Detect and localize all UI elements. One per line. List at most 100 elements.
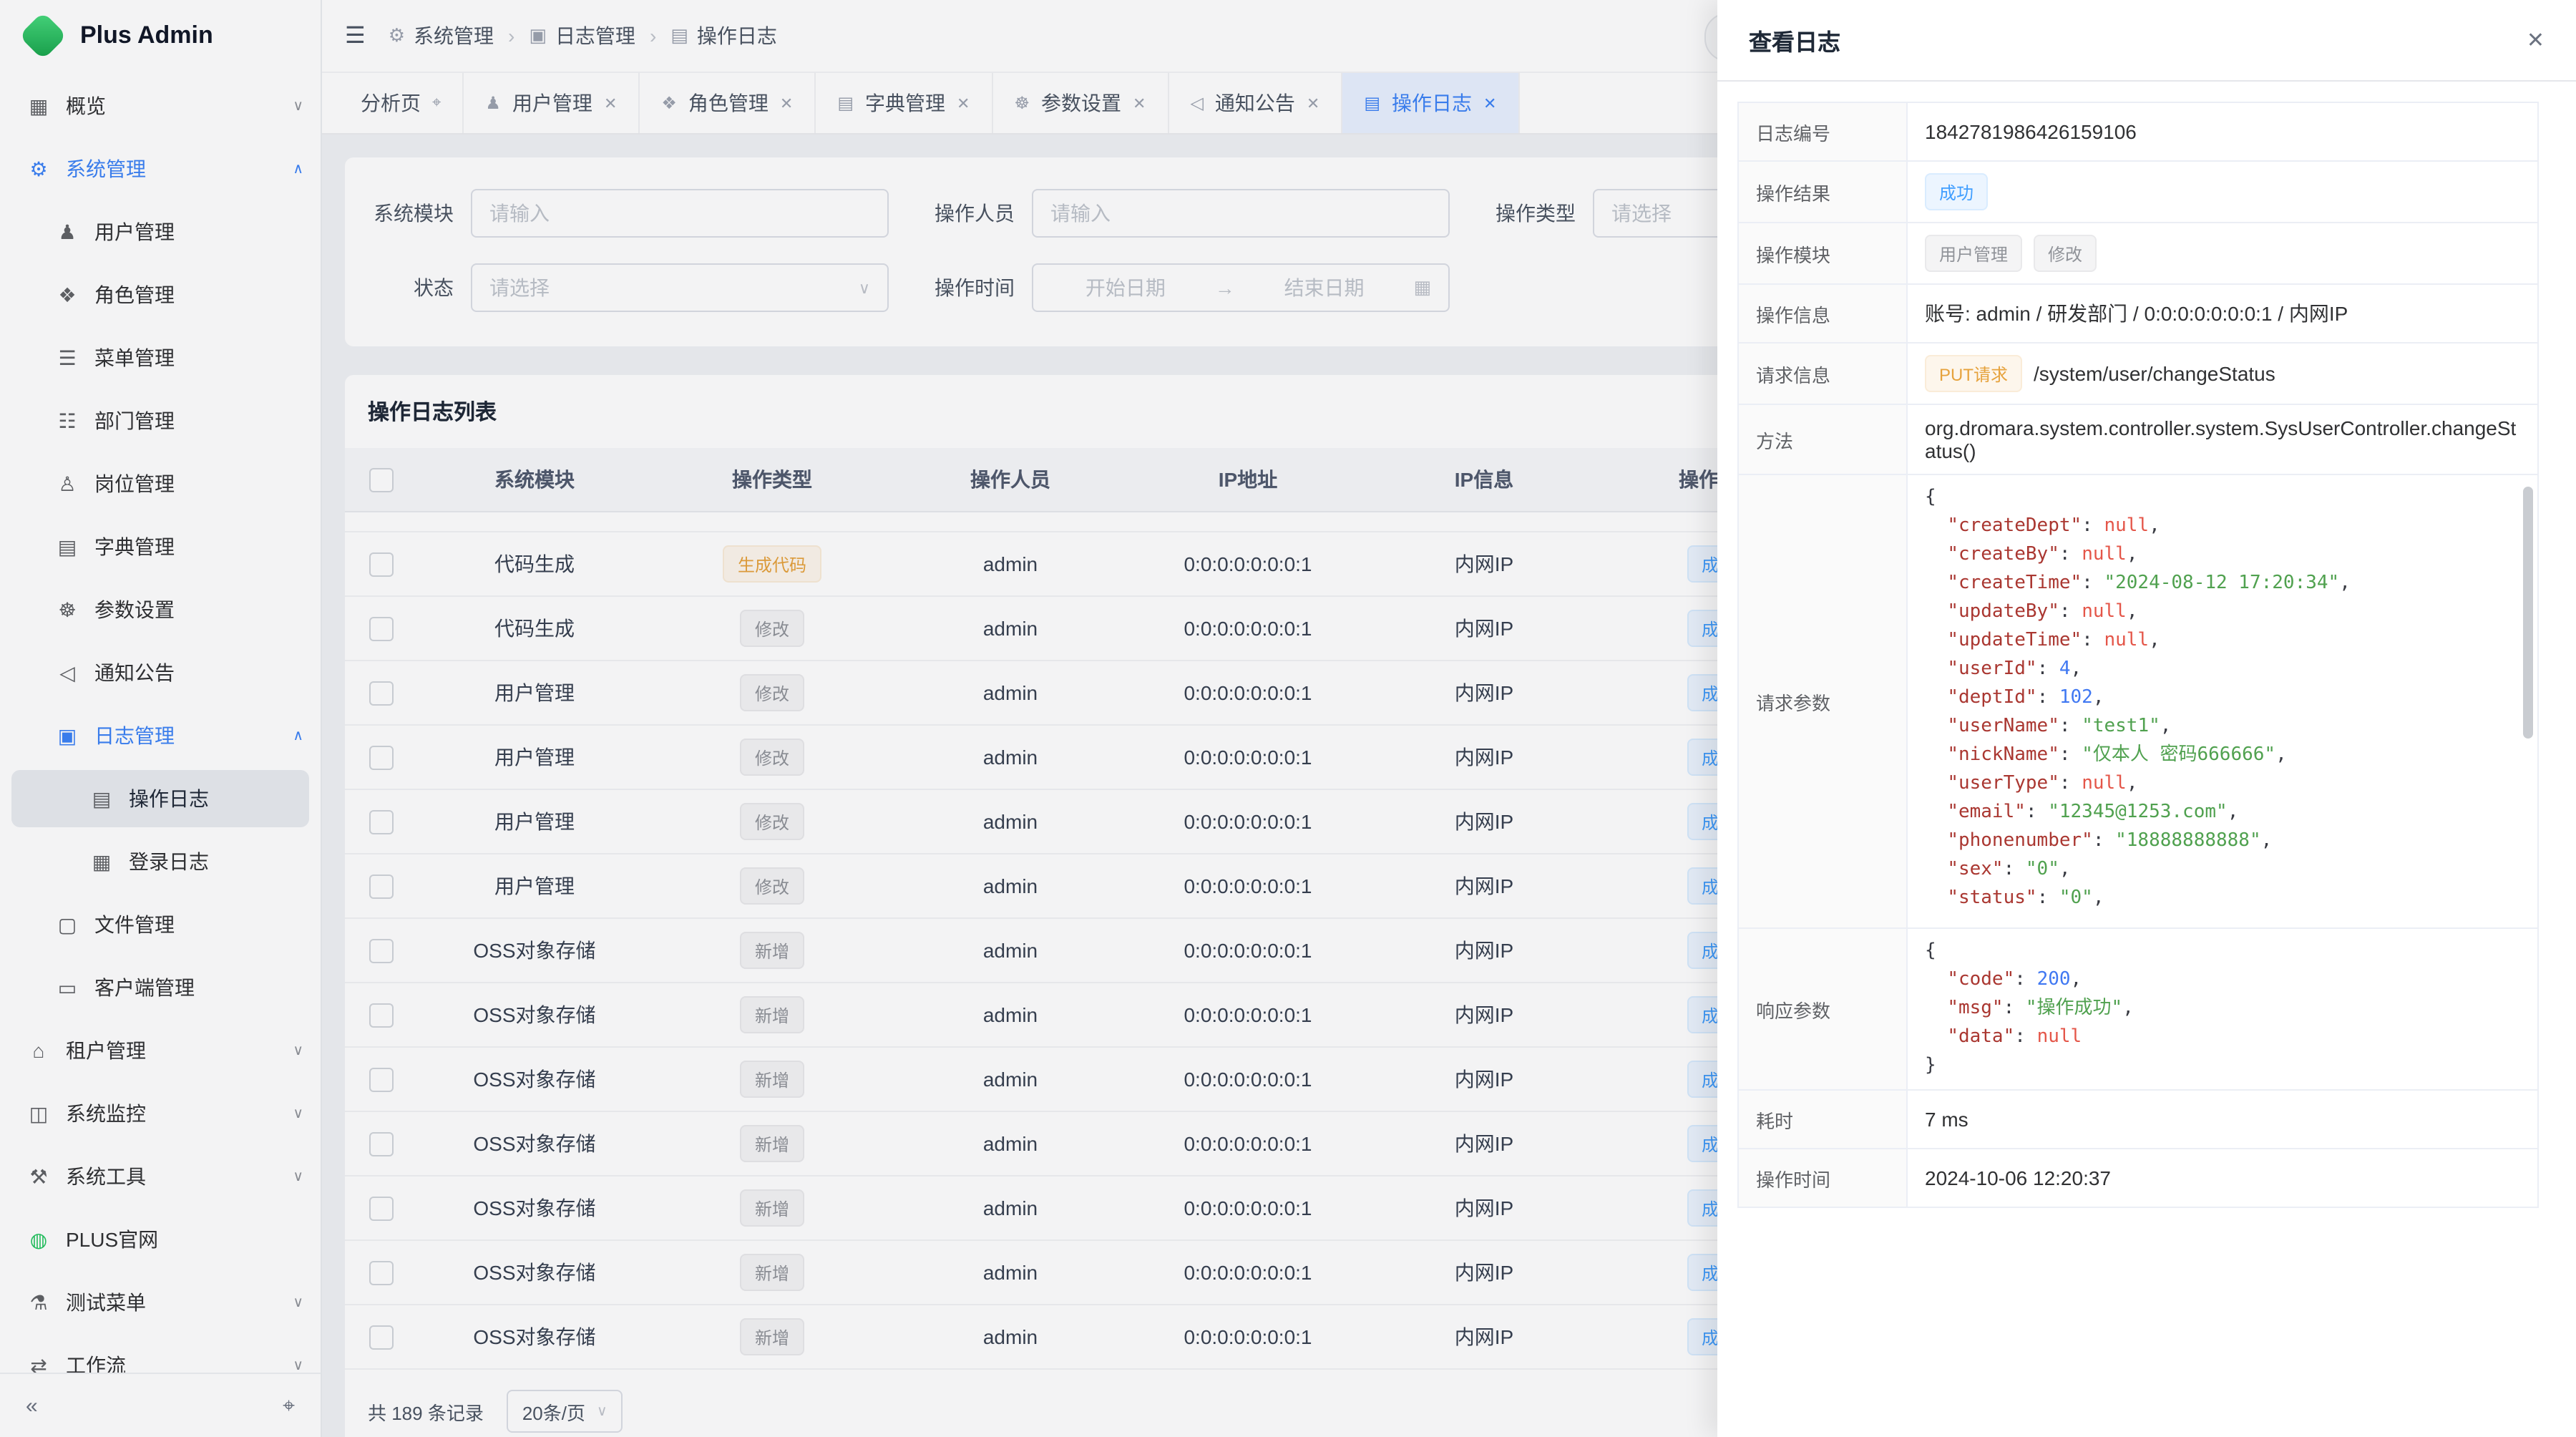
collapse-sidebar-icon[interactable]: «	[26, 1393, 38, 1418]
sidebar-item-overview[interactable]: ▦概览∨	[0, 74, 321, 137]
status-placeholder: 请选择	[489, 273, 550, 302]
sidebar-item-label: 用户管理	[94, 218, 303, 246]
sidebar-item-client-management[interactable]: ▭客户端管理	[0, 956, 321, 1019]
tab-label: 参数设置	[1041, 89, 1121, 117]
pin-icon[interactable]: ⌖	[283, 1393, 295, 1418]
cell-operator: admin	[892, 810, 1129, 833]
breadcrumb-item[interactable]: ⚙系统管理	[389, 21, 494, 50]
op-type-tag: 新增	[741, 1189, 804, 1227]
sidebar-item-label: 系统管理	[66, 155, 284, 183]
tab-user-management[interactable]: ♟用户管理✕	[464, 73, 640, 133]
row-select-cell	[345, 552, 416, 576]
operator-input[interactable]	[1032, 189, 1450, 238]
json-token: :	[2026, 802, 2048, 823]
sidebar-item-role-management[interactable]: ❖角色管理	[0, 263, 321, 326]
tab-notice[interactable]: ◁通知公告✕	[1169, 73, 1342, 133]
close-icon[interactable]: ✕	[1133, 94, 1146, 112]
tab-analysis[interactable]: 分析页⌖	[339, 73, 464, 133]
sidebar-item-post-management[interactable]: ♙岗位管理	[0, 452, 321, 515]
detail-row-info: 操作信息 账号: admin / 研发部门 / 0:0:0:0:0:0:0:1 …	[1739, 285, 2537, 344]
json-token: :	[2082, 515, 2104, 537]
op-type-tag: 新增	[741, 1254, 804, 1291]
sidebar-item-dict-management[interactable]: ▤字典管理	[0, 515, 321, 578]
sidebar-item-menu-management[interactable]: ☰菜单管理	[0, 326, 321, 389]
close-icon[interactable]: ✕	[780, 94, 793, 112]
sidebar-item-workflow[interactable]: ⇄工作流∨	[0, 1334, 321, 1373]
close-icon[interactable]: ✕	[604, 94, 617, 112]
module-input[interactable]	[471, 189, 889, 238]
column-header-op-type: 操作类型	[653, 465, 892, 494]
close-icon[interactable]: ✕	[1483, 94, 1496, 112]
row-checkbox[interactable]	[369, 1196, 393, 1220]
detail-label: 操作模块	[1739, 223, 1908, 283]
scrollbar-thumb[interactable]	[2523, 487, 2533, 739]
param-icon: ☸	[1014, 93, 1030, 113]
sidebar-item-label: 概览	[66, 92, 284, 120]
breadcrumb-item[interactable]: ▤操作日志	[670, 21, 777, 50]
operation-log-icon: ▤	[1364, 93, 1380, 113]
tab-role-management[interactable]: ❖角色管理✕	[640, 73, 816, 133]
json-token: null	[2104, 630, 2149, 651]
pin-icon[interactable]: ⌖	[432, 94, 441, 112]
notice-icon: ◁	[1190, 93, 1203, 113]
row-checkbox[interactable]	[369, 809, 393, 834]
row-checkbox[interactable]	[369, 681, 393, 705]
sidebar-item-file-management[interactable]: ▢文件管理	[0, 893, 321, 956]
row-checkbox[interactable]	[369, 745, 393, 769]
row-checkbox[interactable]	[369, 552, 393, 576]
sidebar-item-system-tools[interactable]: ⚒系统工具∨	[0, 1145, 321, 1208]
select-all-checkbox[interactable]	[369, 467, 393, 492]
row-checkbox[interactable]	[369, 938, 393, 963]
json-token: ,	[2127, 773, 2138, 794]
json-token: ,	[2071, 969, 2082, 990]
page-size-select[interactable]: 20条/页 ∨	[507, 1390, 623, 1433]
row-checkbox[interactable]	[369, 1260, 393, 1285]
app-logo[interactable]: Plus Admin	[0, 0, 321, 72]
tab-dict-management[interactable]: ▤字典管理✕	[816, 73, 992, 133]
dept-management-icon: ☷	[54, 409, 80, 433]
detail-label: 操作信息	[1739, 285, 1908, 342]
row-checkbox[interactable]	[369, 1325, 393, 1349]
sidebar-item-user-management[interactable]: ♟用户管理	[0, 200, 321, 263]
detail-row-duration: 耗时 7 ms	[1739, 1091, 2537, 1149]
breadcrumb-item[interactable]: ▣日志管理	[529, 21, 635, 50]
tab-operation-log[interactable]: ▤操作日志✕	[1342, 73, 1519, 133]
sidebar-item-dept-management[interactable]: ☷部门管理	[0, 389, 321, 452]
row-checkbox[interactable]	[369, 616, 393, 640]
tab-label: 角色管理	[688, 89, 769, 117]
status-select[interactable]: 请选择 ∨	[471, 263, 889, 312]
row-checkbox[interactable]	[369, 874, 393, 898]
login-log-icon: ▦	[89, 849, 114, 874]
close-icon[interactable]: ✕	[1307, 94, 1319, 112]
sidebar-item-operation-log[interactable]: ▤操作日志	[11, 770, 309, 827]
menu-toggle-icon[interactable]: ☰	[345, 21, 366, 50]
sidebar-item-system-monitor[interactable]: ◫系统监控∨	[0, 1082, 321, 1145]
chevron-down-icon: ∨	[293, 1358, 303, 1373]
sidebar-item-system-management[interactable]: ⚙系统管理∧	[0, 137, 321, 200]
sidebar-item-tenant-management[interactable]: ⌂租户管理∨	[0, 1019, 321, 1082]
row-checkbox[interactable]	[369, 1003, 393, 1027]
column-header-ip: IP地址	[1129, 465, 1367, 494]
time-range-picker[interactable]: 开始日期 → 结束日期 ▦	[1032, 263, 1450, 312]
code-line: "createDept": null,	[1925, 512, 2520, 541]
column-header-ip-info: IP信息	[1367, 465, 1601, 494]
sidebar-item-notice[interactable]: ◁通知公告	[0, 641, 321, 704]
sidebar-item-label: 通知公告	[94, 658, 303, 687]
tab-param-settings[interactable]: ☸ 参数设置 ✕	[992, 73, 1169, 133]
sidebar-item-param-settings[interactable]: ☸参数设置	[0, 578, 321, 641]
row-checkbox[interactable]	[369, 1067, 393, 1091]
app-title: Plus Admin	[80, 21, 213, 50]
close-icon[interactable]: ✕	[2527, 27, 2545, 53]
breadcrumb-label: 日志管理	[555, 21, 635, 50]
row-checkbox[interactable]	[369, 1131, 393, 1156]
cell-ip-info: 内网IP	[1367, 678, 1601, 707]
sidebar-item-login-log[interactable]: ▦登录日志	[0, 830, 321, 893]
sidebar-item-plus-website[interactable]: ◍PLUS官网	[0, 1208, 321, 1271]
json-token: "createDept"	[1947, 515, 2082, 537]
cell-ip-info: 内网IP	[1367, 550, 1601, 578]
sidebar-item-log-management[interactable]: ▣日志管理∧	[0, 704, 321, 767]
close-icon[interactable]: ✕	[957, 94, 970, 112]
json-token: :	[2037, 687, 2059, 708]
sidebar-item-test-menu[interactable]: ⚗测试菜单∨	[0, 1271, 321, 1334]
request-params-code[interactable]: { "createDept": null, "createBy": null, …	[1908, 475, 2537, 927]
